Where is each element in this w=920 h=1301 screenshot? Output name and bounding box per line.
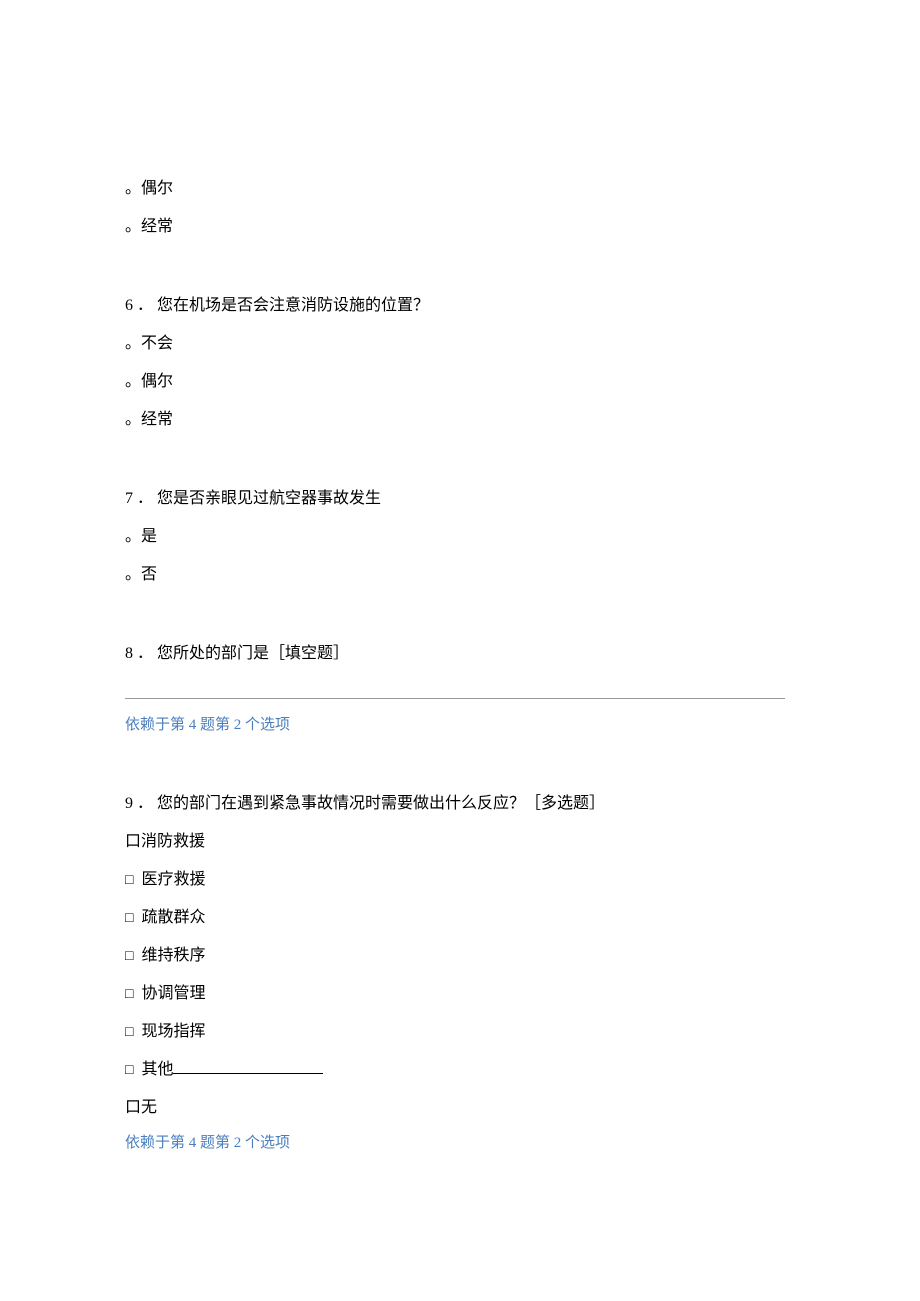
radio-option[interactable]: 。不会 [125,329,795,353]
question-8: 8 ． 您所处的部门是［填空题］ 依赖于第 4 题第 2 个选项 [125,639,795,734]
option-label: 不会 [141,335,173,352]
question-number: 6 [125,297,133,314]
option-label: 协调管理 [141,985,205,1002]
document-page: 。偶尔 。经常 6 ． 您在机场是否会注意消防设施的位置？ 。不会 。偶尔 。经… [0,0,920,1232]
question-text: 9 ． 您的部门在遇到紧急事故情况时需要做出什么反应？［多选题］ [125,789,795,813]
question-sep: ． [137,490,153,507]
question-sep: ． [137,645,153,662]
dependency-note: 依赖于第 4 题第 2 个选项 [125,713,795,734]
option-label: 口消防救援 [125,833,205,850]
radio-icon: 。 [125,373,141,390]
checkbox-icon: □ [125,909,133,925]
checkbox-option-other[interactable]: □ 其他 [125,1055,795,1079]
radio-icon: 。 [125,180,141,197]
question-text: 6 ． 您在机场是否会注意消防设施的位置？ [125,291,795,315]
radio-icon: 。 [125,528,141,545]
checkbox-icon: □ [125,871,133,887]
option-label: 医疗救援 [141,871,205,888]
checkbox-icon: □ [125,947,133,963]
option-label: 是 [141,528,157,545]
checkbox-option[interactable]: □ 现场指挥 [125,1017,795,1041]
question-text: 7 ． 您是否亲眼见过航空器事故发生 [125,484,795,508]
option-label: 维持秩序 [141,947,205,964]
option-label: 偶尔 [141,180,173,197]
question-number: 9 [125,795,133,812]
question-number: 8 [125,645,133,662]
checkbox-icon: □ [125,1023,133,1039]
question-body: 您的部门在遇到紧急事故情况时需要做出什么反应？［多选题］ [157,795,605,812]
radio-option[interactable]: 。经常 [125,212,795,236]
question-text: 8 ． 您所处的部门是［填空题］ [125,639,795,663]
question-body: 您在机场是否会注意消防设施的位置？ [157,297,429,314]
radio-icon: 。 [125,218,141,235]
option-label: 现场指挥 [141,1023,205,1040]
option-label: 经常 [141,411,173,428]
option-label: 疏散群众 [141,909,205,926]
option-label: 口无 [125,1099,157,1116]
radio-option[interactable]: 。偶尔 [125,367,795,391]
option-label: 偶尔 [141,373,173,390]
option-label: 否 [141,566,157,583]
option-label: 其他 [141,1061,173,1078]
radio-option[interactable]: 。偶尔 [125,174,795,198]
option-label: 经常 [141,218,173,235]
checkbox-option[interactable]: 口无 [125,1093,795,1117]
question-9: 9 ． 您的部门在遇到紧急事故情况时需要做出什么反应？［多选题］ 口消防救援 □… [125,789,795,1152]
checkbox-option[interactable]: 口消防救援 [125,827,795,851]
radio-icon: 。 [125,335,141,352]
dependency-note: 依赖于第 4 题第 2 个选项 [125,1131,795,1152]
question-body: 您所处的部门是［填空题］ [157,645,349,662]
radio-icon: 。 [125,411,141,428]
checkbox-icon: □ [125,985,133,1001]
checkbox-icon: □ [125,1061,133,1077]
checkbox-option[interactable]: □ 疏散群众 [125,903,795,927]
checkbox-option[interactable]: □ 医疗救援 [125,865,795,889]
checkbox-option[interactable]: □ 协调管理 [125,979,795,1003]
fill-blank-line[interactable] [125,677,785,699]
question-body: 您是否亲眼见过航空器事故发生 [157,490,381,507]
radio-option[interactable]: 。是 [125,522,795,546]
radio-icon: 。 [125,566,141,583]
q5-trailing-options: 。偶尔 。经常 [125,174,795,236]
fill-blank[interactable] [125,677,795,699]
question-sep: ． [137,795,153,812]
other-fill-line[interactable] [173,1057,323,1074]
question-6: 6 ． 您在机场是否会注意消防设施的位置？ 。不会 。偶尔 。经常 [125,291,795,429]
radio-option[interactable]: 。否 [125,560,795,584]
radio-option[interactable]: 。经常 [125,405,795,429]
question-7: 7 ． 您是否亲眼见过航空器事故发生 。是 。否 [125,484,795,584]
question-sep: ． [137,297,153,314]
question-number: 7 [125,490,133,507]
checkbox-option[interactable]: □ 维持秩序 [125,941,795,965]
